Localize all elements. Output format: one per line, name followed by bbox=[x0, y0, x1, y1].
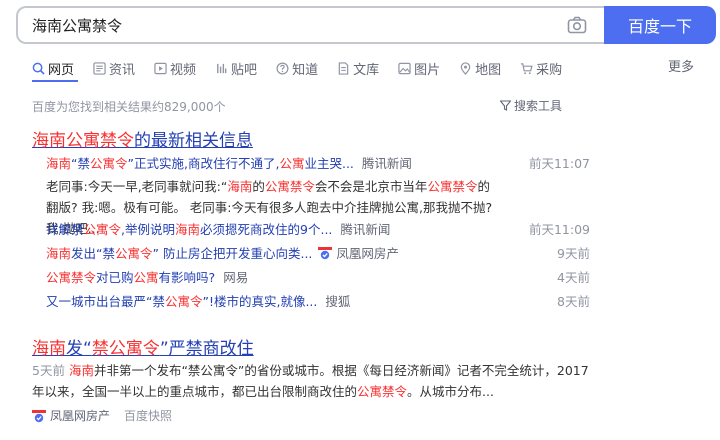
news-source: 腾讯新闻 bbox=[340, 222, 391, 237]
filter-icon bbox=[500, 100, 511, 111]
search-bar: 百度一下 bbox=[16, 6, 716, 44]
tab-tieba[interactable]: 贴吧 bbox=[215, 58, 257, 78]
news-item[interactable]: 海南发出“禁公寓令” 防止房企把开发重心向类... 凤凰网房产 9天前 bbox=[46, 245, 590, 263]
search-tabs: 网页 资讯 视频 贴吧 知道 文库 图片 地图 采购 bbox=[32, 58, 581, 80]
tab-video[interactable]: 视频 bbox=[154, 58, 196, 78]
tab-wenku[interactable]: 文库 bbox=[337, 58, 379, 78]
tab-label: 网页 bbox=[48, 62, 75, 78]
result-snippet: 5天前 海南并非第一个发布“禁公寓令”的省份或城市。根据《每日经济新闻》记者不完… bbox=[32, 363, 589, 399]
search-icon bbox=[32, 62, 45, 75]
news-headline[interactable]: 公寓禁令对已购公寓有影响吗? bbox=[46, 270, 215, 285]
tab-label: 知道 bbox=[292, 62, 319, 78]
map-pin-icon bbox=[460, 61, 471, 75]
news-item[interactable]: 又一城市出台最严“禁公寓令”!楼市的真实,就像... 搜狐 8天前 bbox=[46, 293, 590, 311]
news-headline[interactable]: 详解禁公寓令,举例说明海南必须摁死商改住的9个... bbox=[46, 222, 332, 237]
question-icon bbox=[276, 62, 289, 74]
result-source: 凤凰网房产 百度快照 bbox=[32, 407, 172, 424]
cache-snapshot-link[interactable]: 百度快照 bbox=[124, 407, 172, 424]
news-time: 9天前 bbox=[557, 246, 590, 261]
search-tools[interactable]: 搜索工具 bbox=[500, 97, 562, 114]
news-source: 搜狐 bbox=[325, 294, 351, 309]
result-count: 百度为您找到相关结果约829,000个 bbox=[32, 100, 226, 114]
tab-web[interactable]: 网页 bbox=[32, 58, 74, 78]
news-time: 前天11:09 bbox=[528, 222, 590, 237]
ifeng-logo-icon bbox=[318, 247, 333, 260]
news-time: 4天前 bbox=[557, 270, 590, 285]
source-name[interactable]: 凤凰网房产 bbox=[50, 407, 110, 424]
tab-label: 采购 bbox=[536, 62, 563, 78]
tab-more[interactable]: 更多 bbox=[668, 58, 694, 78]
news-source: 腾讯新闻 bbox=[361, 156, 412, 171]
news-headline[interactable]: 又一城市出台最严“禁公寓令”!楼市的真实,就像... bbox=[46, 294, 317, 309]
cart-icon bbox=[521, 62, 533, 74]
tab-label: 地图 bbox=[475, 62, 502, 78]
tab-news[interactable]: 资讯 bbox=[93, 58, 135, 78]
tab-map[interactable]: 地图 bbox=[459, 58, 501, 78]
tab-zhidao[interactable]: 知道 bbox=[276, 58, 318, 78]
title-highlight: 海南公寓禁令 bbox=[32, 131, 134, 151]
news-item[interactable]: 海南“禁公寓令”正式实施,商改住行不通了,公寓业主哭... 腾讯新闻 前天11:0… bbox=[46, 155, 590, 173]
search-button[interactable]: 百度一下 bbox=[604, 6, 716, 44]
result-title-latest-news[interactable]: 海南公寓禁令的最新相关信息 bbox=[32, 126, 253, 151]
search-tools-label: 搜索工具 bbox=[514, 99, 563, 113]
camera-icon[interactable] bbox=[567, 16, 587, 34]
snippet-date: 5天前 bbox=[32, 363, 65, 378]
news-item[interactable]: 详解禁公寓令,举例说明海南必须摁死商改住的9个... 腾讯新闻 前天11:09 bbox=[46, 221, 590, 239]
tab-label: 贴吧 bbox=[231, 62, 258, 78]
news-item[interactable]: 公寓禁令对已购公寓有影响吗? 网易 4天前 bbox=[46, 269, 590, 287]
news-headline[interactable]: 海南发出“禁公寓令” 防止房企把开发重心向类... bbox=[46, 246, 312, 261]
video-icon bbox=[154, 62, 167, 74]
news-source: 网易 bbox=[223, 270, 249, 285]
tab-label: 视频 bbox=[170, 62, 197, 78]
tab-label: 图片 bbox=[414, 62, 441, 78]
tab-purchase[interactable]: 采购 bbox=[520, 58, 562, 78]
news-time: 8天前 bbox=[557, 294, 590, 309]
result-title-hainan-ban[interactable]: 海南发“禁公寓令”严禁商改住 bbox=[32, 334, 254, 359]
image-icon bbox=[398, 62, 411, 74]
tieba-icon bbox=[217, 63, 227, 73]
active-tab-indicator bbox=[32, 80, 78, 82]
news-source: 凤凰网房产 bbox=[336, 246, 399, 261]
tab-images[interactable]: 图片 bbox=[398, 58, 440, 78]
news-headline[interactable]: 海南“禁公寓令”正式实施,商改住行不通了,公寓业主哭... bbox=[46, 156, 354, 171]
tab-label: 文库 bbox=[353, 62, 380, 78]
news-time: 前天11:07 bbox=[528, 156, 590, 171]
title-text: 的最新相关信息 bbox=[134, 131, 253, 151]
tab-label: 资讯 bbox=[109, 62, 136, 78]
search-input[interactable] bbox=[16, 6, 606, 44]
news-icon bbox=[93, 61, 106, 75]
document-icon bbox=[338, 61, 349, 75]
ifeng-logo-icon bbox=[32, 409, 46, 422]
